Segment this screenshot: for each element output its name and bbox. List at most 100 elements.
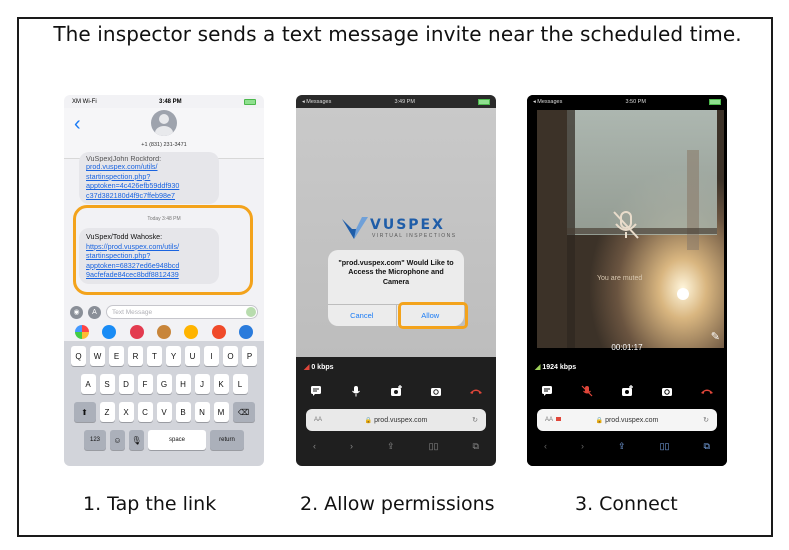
key-f[interactable]: F	[137, 374, 153, 394]
numbers-key[interactable]: 123	[84, 430, 106, 450]
phone-screenshot-permissions: ◂ Messages 3:49 PM VUSPEX VIRTUAL INSPEC…	[296, 95, 496, 466]
add-photo-icon[interactable]	[620, 384, 634, 398]
chat-icon[interactable]	[309, 384, 323, 398]
key-b[interactable]: B	[175, 402, 191, 422]
end-call-icon[interactable]	[700, 384, 714, 398]
key-u[interactable]: U	[185, 346, 200, 366]
reader-mode-button[interactable]: AA	[545, 417, 562, 423]
dictation-key-icon[interactable]: 🎙	[129, 430, 144, 450]
step-caption-3: 3. Connect	[575, 493, 678, 515]
bitrate-indicator: ◢ 0 kbps	[304, 363, 334, 371]
forward-arrow-icon[interactable]: ›	[350, 441, 353, 452]
contact-number: +1 (831) 231-3471	[141, 142, 187, 148]
key-k[interactable]: K	[213, 374, 229, 394]
key-a[interactable]: A	[80, 374, 96, 394]
url-bar[interactable]: AA 🔒 prod.vuspex.com ↻	[537, 409, 717, 431]
edit-pencil-icon[interactable]: ✎	[711, 330, 720, 343]
share-icon[interactable]: ⇪	[618, 441, 626, 452]
key-y[interactable]: Y	[166, 346, 181, 366]
contact-avatar[interactable]	[151, 110, 177, 136]
keyboard-row: ⬆ Z X C V B N M ⌫	[67, 402, 261, 422]
reload-icon[interactable]: ↻	[472, 416, 478, 424]
music-app-icon[interactable]	[211, 325, 226, 339]
key-r[interactable]: R	[128, 346, 143, 366]
url-bar[interactable]: AA 🔒 prod.vuspex.com ↻	[306, 409, 486, 431]
link-line: prod.vuspex.com/utils/	[86, 162, 158, 171]
call-timer: 00:01:17	[611, 343, 643, 352]
back-to-messages[interactable]: ◂ Messages	[302, 99, 331, 105]
chat-icon[interactable]	[540, 384, 554, 398]
clock-label: 3:49 PM	[394, 98, 415, 105]
browser-toolbar: ‹ › ⇪ ▯▯ ⧉	[296, 441, 496, 452]
back-arrow-icon[interactable]: ‹	[313, 441, 316, 452]
venmo-app-icon[interactable]	[239, 325, 254, 339]
key-h[interactable]: H	[175, 374, 191, 394]
key-l[interactable]: L	[232, 374, 248, 394]
key-o[interactable]: O	[223, 346, 238, 366]
key-j[interactable]: J	[194, 374, 210, 394]
back-arrow-icon[interactable]: ‹	[544, 441, 547, 452]
cancel-button[interactable]: Cancel	[328, 305, 397, 326]
key-t[interactable]: T	[147, 346, 162, 366]
end-call-icon[interactable]	[469, 384, 483, 398]
key-x[interactable]: X	[118, 402, 134, 422]
message-link-previous[interactable]: prod.vuspex.com/utils/ startinspection.p…	[86, 162, 212, 200]
delete-key-icon[interactable]: ⌫	[232, 402, 255, 422]
back-chevron-icon[interactable]: ‹	[74, 114, 81, 134]
memoji-app-icon[interactable]	[156, 325, 171, 339]
key-q[interactable]: Q	[71, 346, 86, 366]
switch-camera-icon[interactable]	[660, 384, 674, 398]
switch-camera-icon[interactable]	[429, 384, 443, 398]
key-d[interactable]: D	[118, 374, 134, 394]
shift-key-icon[interactable]: ⬆	[73, 402, 96, 422]
highlight-box	[73, 205, 253, 295]
add-photo-icon[interactable]	[389, 384, 403, 398]
muted-microphone-icon	[613, 211, 639, 239]
message-composer: ◉ A Text Message	[64, 302, 264, 322]
key-n[interactable]: N	[194, 402, 210, 422]
photos-app-icon[interactable]	[74, 325, 89, 339]
bookmarks-icon[interactable]: ▯▯	[660, 441, 670, 452]
tabs-icon[interactable]: ⧉	[704, 441, 710, 452]
microphone-icon[interactable]	[349, 384, 363, 398]
key-z[interactable]: Z	[99, 402, 115, 422]
key-c[interactable]: C	[137, 402, 153, 422]
logo-subtitle: VIRTUAL INSPECTIONS	[372, 233, 457, 239]
message-placeholder: Text Message	[112, 308, 153, 316]
send-icon[interactable]	[246, 307, 256, 317]
url-text: prod.vuspex.com	[605, 416, 659, 424]
step-caption-1: 1. Tap the link	[83, 493, 217, 515]
key-m[interactable]: M	[213, 402, 229, 422]
camera-icon[interactable]: ◉	[70, 305, 83, 319]
key-v[interactable]: V	[156, 402, 172, 422]
tabs-icon[interactable]: ⧉	[473, 441, 479, 452]
forward-arrow-icon[interactable]: ›	[581, 441, 584, 452]
app-store-icon[interactable]: A	[88, 305, 101, 319]
video-feed: You are muted ✎	[537, 110, 724, 348]
microphone-muted-icon[interactable]	[580, 384, 594, 398]
key-w[interactable]: W	[90, 346, 105, 366]
emoji-key-icon[interactable]: ☺	[110, 430, 125, 450]
key-e[interactable]: E	[109, 346, 124, 366]
space-key[interactable]: space	[148, 430, 206, 450]
key-g[interactable]: G	[156, 374, 172, 394]
appstore-app-icon[interactable]	[102, 325, 117, 339]
bitrate-indicator: ◢ 1924 kbps	[535, 363, 576, 371]
carrier-label: XM Wi-Fi	[72, 98, 97, 105]
bookmarks-icon[interactable]: ▯▯	[429, 441, 439, 452]
clock-label: 3:50 PM	[625, 98, 646, 105]
share-icon[interactable]: ⇪	[387, 441, 395, 452]
search-app-icon[interactable]	[129, 325, 144, 339]
battery-icon	[709, 98, 721, 105]
key-s[interactable]: S	[99, 374, 115, 394]
heart-app-icon[interactable]	[184, 325, 199, 339]
reload-icon[interactable]: ↻	[703, 416, 709, 424]
back-to-messages[interactable]: ◂ Messages	[533, 99, 562, 105]
key-i[interactable]: I	[204, 346, 219, 366]
keyboard: QWERTYUIOP ASDFGHJKL ⬆ Z X C V B N M ⌫ 123 ☺ 🎙 s…	[64, 341, 264, 466]
return-key[interactable]: return	[210, 430, 244, 450]
key-p[interactable]: P	[242, 346, 257, 366]
signal-icon: ◢	[304, 364, 310, 371]
message-input[interactable]: Text Message	[106, 305, 258, 319]
reader-mode-button[interactable]: AA	[314, 417, 322, 423]
